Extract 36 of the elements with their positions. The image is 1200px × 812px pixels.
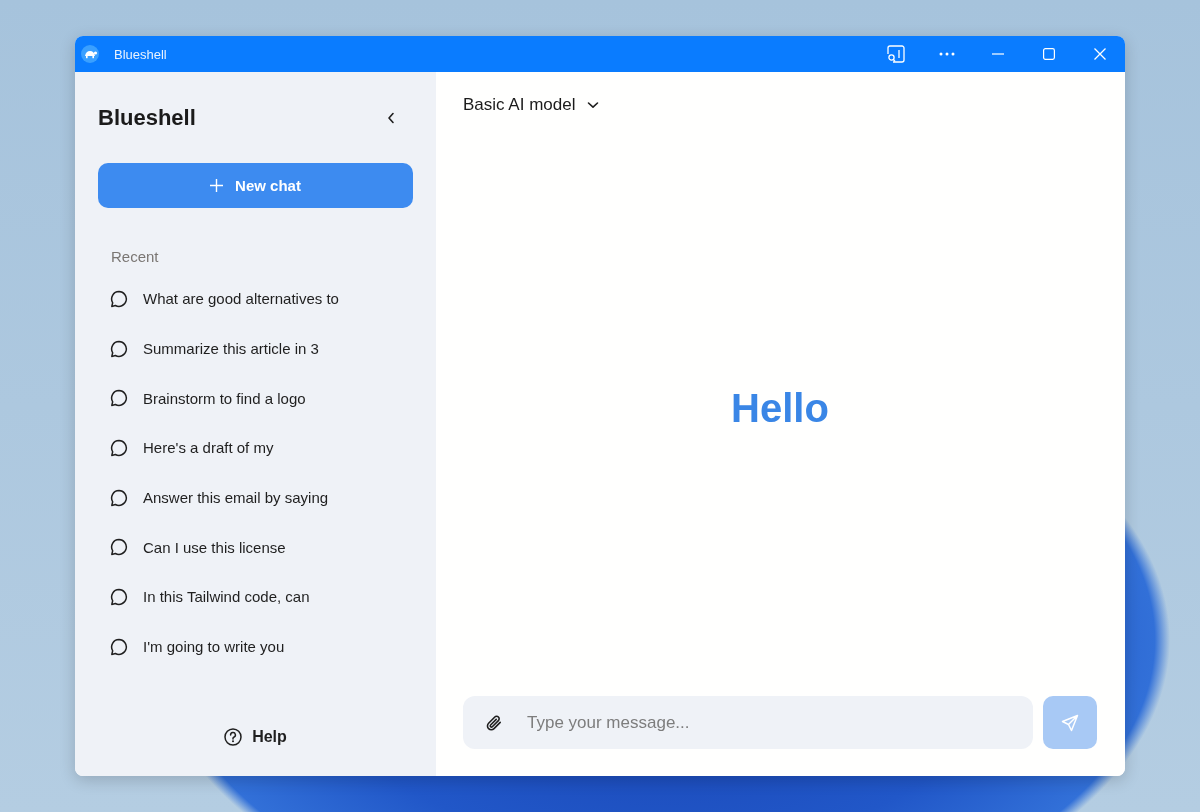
message-input[interactable]: Type your message... <box>527 707 1017 738</box>
chat-bubble-icon <box>110 289 128 308</box>
chat-bubble-icon <box>110 488 128 507</box>
help-button[interactable]: Help <box>220 719 291 755</box>
chat-history-item[interactable]: Brainstorm to find a logo <box>98 373 413 424</box>
chat-bubble-icon <box>110 538 128 557</box>
help-icon <box>224 728 243 746</box>
minimize-icon[interactable] <box>991 53 1004 55</box>
plus-icon <box>210 179 224 192</box>
sidebar-title: Blueshell <box>98 105 196 131</box>
more-icon[interactable] <box>938 52 955 56</box>
chat-bubble-icon <box>110 389 128 408</box>
chat-bubble-icon <box>110 339 128 358</box>
chat-history-item[interactable]: What are good alternatives to <box>98 274 413 324</box>
chat-bubble-icon <box>110 438 128 457</box>
chat-history-item[interactable]: I'm going to write you <box>98 621 413 672</box>
app-logo-icon <box>81 45 99 63</box>
chat-history-item[interactable]: Answer this email by saying <box>98 472 413 523</box>
chat-history-item[interactable]: Summarize this article in 3 <box>98 323 413 374</box>
chat-history-item[interactable]: Here's a draft of my <box>98 423 413 473</box>
chevron-down-icon <box>587 101 600 109</box>
chat-bubble-icon <box>110 587 128 606</box>
model-selector[interactable]: Basic AI model <box>463 89 600 121</box>
chat-history-item[interactable]: Can I use this license <box>98 522 413 573</box>
section-label: Recent <box>111 247 159 267</box>
message-field[interactable]: Type your message... <box>463 696 1033 749</box>
paperclip-icon[interactable] <box>485 713 503 732</box>
window-title: Blueshell <box>114 46 167 62</box>
chevron-left-icon[interactable] <box>387 112 395 124</box>
screen-search-icon[interactable] <box>886 45 905 63</box>
chat-bubble-icon <box>110 637 128 656</box>
greeting-text: Hello <box>731 386 829 431</box>
send-icon <box>1061 713 1079 732</box>
close-icon[interactable] <box>1093 48 1106 60</box>
maximize-icon[interactable] <box>1042 48 1055 60</box>
chat-history-item[interactable]: In this Tailwind code, can <box>98 572 413 622</box>
